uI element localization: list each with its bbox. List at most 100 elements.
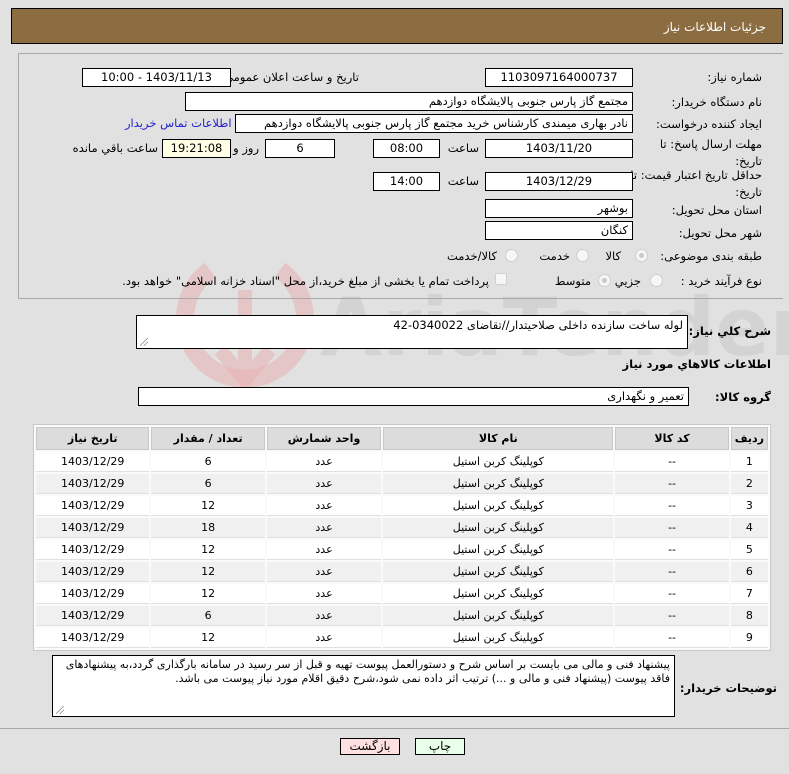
price-validity-time-label: ساعت	[447, 174, 479, 188]
buyer-contact-link[interactable]: اطلاعات تماس خریدار	[125, 116, 232, 130]
process-label: نوع فرآیند خرید :	[680, 274, 762, 288]
col-header-unit: واحد شمارش	[266, 427, 382, 450]
page-title: جزئیات اطلاعات نیاز	[663, 20, 766, 34]
cell-unit: عدد	[266, 452, 382, 472]
cell-name: کوپلینگ کربن استیل	[383, 584, 614, 604]
back-button[interactable]: بازگشت	[340, 738, 400, 755]
deadline-date-field: 1403/11/20	[485, 139, 633, 158]
description-text: لوله ساخت سازنده داخلی صلاحیتدار//تقاضای…	[393, 318, 683, 332]
process-minor-label: جزیي	[614, 274, 641, 288]
deadline-time-field: 08:00	[373, 139, 440, 158]
price-validity-date-field: 1403/12/29	[485, 172, 633, 191]
goods-group-label: گروه کالا:	[715, 390, 771, 404]
cell-row-number: 6	[730, 562, 768, 582]
table-row: 4 -- کوپلینگ کربن استیل عدد 18 1403/12/29	[36, 518, 768, 538]
cell-need-date: 1403/12/29	[36, 628, 150, 648]
process-medium-radio[interactable]	[598, 274, 611, 287]
table-row: 3 -- کوپلینگ کربن استیل عدد 12 1403/12/29	[36, 496, 768, 516]
print-button[interactable]: چاپ	[415, 738, 465, 755]
cell-need-date: 1403/12/29	[36, 452, 150, 472]
category-goods-label: کالا	[605, 249, 621, 263]
cell-quantity: 18	[151, 518, 265, 538]
cell-quantity: 12	[151, 496, 265, 516]
cell-name: کوپلینگ کربن استیل	[383, 474, 614, 494]
category-service-label: خدمت	[539, 249, 570, 263]
cell-need-date: 1403/12/29	[36, 562, 150, 582]
cell-row-number: 1	[730, 452, 768, 472]
creator-field: نادر بهاری میمندی کارشناس خرید مجتمع گاز…	[235, 114, 633, 133]
cell-need-date: 1403/12/29	[36, 584, 150, 604]
announce-label: تاریخ و ساعت اعلان عمومي:	[220, 70, 359, 84]
cell-unit: عدد	[266, 562, 382, 582]
province-field: بوشهر	[485, 199, 633, 218]
category-goods-service-radio[interactable]	[505, 249, 518, 262]
cell-row-number: 7	[730, 584, 768, 604]
deadline-label: مهلت ارسال پاسخ: تا تاریخ:	[659, 137, 762, 168]
buyer-notes-label: توضیحات خریدار:	[679, 681, 777, 695]
cell-quantity: 12	[151, 540, 265, 560]
cell-need-date: 1403/12/29	[36, 606, 150, 626]
cell-row-number: 4	[730, 518, 768, 538]
city-label: شهر محل تحویل:	[678, 226, 762, 240]
province-label: استان محل تحویل:	[671, 203, 762, 217]
cell-row-number: 9	[730, 628, 768, 648]
deadline-time-label: ساعت	[447, 141, 479, 155]
cell-unit: عدد	[266, 584, 382, 604]
table-row: 6 -- کوپلینگ کربن استیل عدد 12 1403/12/29	[36, 562, 768, 582]
divider	[0, 728, 789, 729]
time-remaining-field: 19:21:08	[162, 139, 231, 158]
table-row: 5 -- کوپلینگ کربن استیل عدد 12 1403/12/29	[36, 540, 768, 560]
cell-quantity: 12	[151, 562, 265, 582]
city-field: کنگان	[485, 221, 633, 240]
buyer-org-label: نام دستگاه خریدار:	[671, 95, 762, 109]
col-header-need-date: تاریخ نیاز	[36, 427, 150, 450]
cell-row-number: 8	[730, 606, 768, 626]
need-number-label: شماره نیاز:	[707, 70, 762, 84]
cell-name: کوپلینگ کربن استیل	[383, 452, 614, 472]
cell-unit: عدد	[266, 628, 382, 648]
cell-name: کوپلینگ کربن استیل	[383, 606, 614, 626]
description-label: شرح کلي نیاز:	[688, 324, 771, 338]
buyer-notes-text: پیشنهاد فنی و مالی می بایست بر اساس شرح …	[65, 658, 670, 685]
cell-name: کوپلینگ کربن استیل	[383, 628, 614, 648]
cell-name: کوپلینگ کربن استیل	[383, 518, 614, 538]
cell-quantity: 6	[151, 452, 265, 472]
category-goods-service-label: کالا/خدمت	[446, 249, 497, 263]
cell-need-date: 1403/12/29	[36, 474, 150, 494]
days-label: روز و	[233, 141, 259, 155]
table-row: 1 -- کوپلینگ کربن استیل عدد 6 1403/12/29	[36, 452, 768, 472]
cell-need-date: 1403/12/29	[36, 518, 150, 538]
cell-name: کوپلینگ کربن استیل	[383, 540, 614, 560]
category-label: طبقه بندی موضوعی:	[660, 249, 762, 263]
table-row: 2 -- کوپلینگ کربن استیل عدد 6 1403/12/29	[36, 474, 768, 494]
cell-unit: عدد	[266, 496, 382, 516]
cell-code: --	[615, 518, 729, 538]
table-row: 7 -- کوپلینگ کربن استیل عدد 12 1403/12/29	[36, 584, 768, 604]
treasury-checkbox-label: پرداخت تمام یا بخشی از مبلغ خرید،از محل …	[122, 274, 489, 288]
cell-quantity: 12	[151, 584, 265, 604]
col-header-name: نام کالا	[383, 427, 614, 450]
col-header-code: کد کالا	[615, 427, 729, 450]
announce-field: 1403/11/13 - 10:00	[82, 68, 231, 87]
cell-quantity: 6	[151, 474, 265, 494]
treasury-checkbox[interactable]	[495, 273, 507, 285]
description-textarea[interactable]: لوله ساخت سازنده داخلی صلاحیتدار//تقاضای…	[136, 315, 688, 349]
page-header: جزئیات اطلاعات نیاز	[11, 8, 783, 44]
resize-grip-icon[interactable]	[56, 706, 64, 714]
creator-label: ایجاد کننده درخواست:	[656, 117, 762, 131]
cell-code: --	[615, 474, 729, 494]
cell-code: --	[615, 606, 729, 626]
cell-row-number: 2	[730, 474, 768, 494]
process-minor-radio[interactable]	[650, 274, 663, 287]
cell-code: --	[615, 540, 729, 560]
price-validity-label: حداقل تاریخ اعتبار قیمت: تا تاریخ:	[630, 168, 762, 199]
price-validity-time-field: 14:00	[373, 172, 440, 191]
buyer-notes-textarea[interactable]: پیشنهاد فنی و مالی می بایست بر اساس شرح …	[52, 655, 675, 717]
goods-section-title: اطلاعات کالاهاي مورد نیاز	[622, 357, 771, 371]
cell-row-number: 5	[730, 540, 768, 560]
category-service-radio[interactable]	[576, 249, 589, 262]
cell-need-date: 1403/12/29	[36, 496, 150, 516]
category-goods-radio[interactable]	[635, 249, 648, 262]
cell-quantity: 12	[151, 628, 265, 648]
resize-grip-icon[interactable]	[140, 338, 148, 346]
